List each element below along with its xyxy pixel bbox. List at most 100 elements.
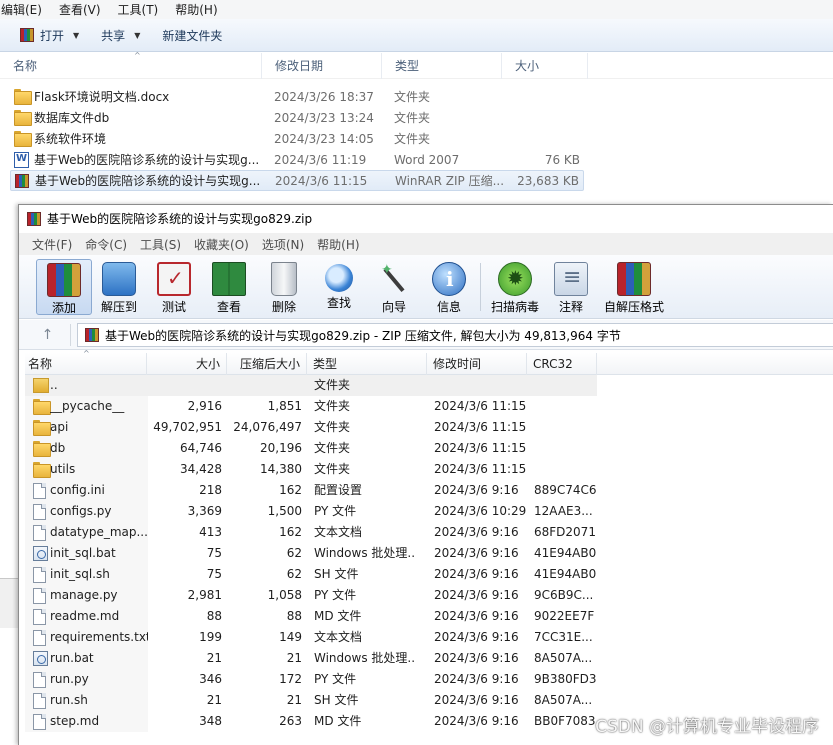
archive-row[interactable]: configs.py 3,369 1,500 PY 文件 2024/3/6 10:29 1… <box>25 501 833 522</box>
entry-crc32: 41E94AB0 <box>534 567 597 581</box>
file-size: 76 KB <box>544 152 580 167</box>
sfx-button[interactable]: 自解压格式 <box>599 259 669 315</box>
document-icon <box>33 672 46 688</box>
entry-name: readme.md <box>50 609 120 623</box>
file-row-selected[interactable]: 基于Web的医院陪诊系统的设计与实现g... 2024/3/6 11:15 Wi… <box>10 170 584 191</box>
share-button[interactable]: 共享 ▼ <box>95 23 146 47</box>
comment-button[interactable]: 注释 <box>543 259 599 315</box>
magnifier-icon <box>325 264 353 292</box>
entry-crc32: 9C6B9C... <box>534 588 594 602</box>
menu-view[interactable]: 查看(V) <box>58 1 101 18</box>
archive-row[interactable]: config.ini 218 162 配置设置 2024/3/6 9:16 889C74C… <box>25 480 833 501</box>
menu-file[interactable]: 文件(F) <box>32 236 72 253</box>
entry-type: PY 文件 <box>314 672 357 686</box>
batch-file-icon <box>33 546 48 561</box>
entry-modified: 2024/3/6 9:16 <box>434 672 519 686</box>
explorer-menubar: 编辑(E) 查看(V) 工具(T) 帮助(H) <box>0 0 833 19</box>
column-modified[interactable]: 修改时间 <box>427 353 527 375</box>
archive-row[interactable]: run.bat 21 21 Windows 批处理... 2024/3/6 9:16 8A… <box>25 648 833 669</box>
entry-crc32 <box>534 459 604 480</box>
extract-button[interactable]: 解压到 <box>91 259 147 315</box>
archive-row[interactable]: requirements.txt 199 149 文本文档 2024/3/6 9:16 7… <box>25 627 833 648</box>
entry-size: 75 <box>206 546 222 560</box>
file-name: Flask环境说明文档.docx <box>34 90 170 104</box>
batch-file-icon <box>33 651 48 666</box>
archive-row[interactable]: run.py 346 172 PY 文件 2024/3/6 9:16 9B380FD3 <box>25 669 833 690</box>
add-button[interactable]: 添加 <box>36 259 92 315</box>
archive-row[interactable]: init_sql.sh 75 62 SH 文件 2024/3/6 9:16 41E94AB… <box>25 564 833 585</box>
rar-archive-icon <box>27 211 41 226</box>
new-folder-button[interactable]: 新建文件夹 <box>156 23 228 47</box>
menu-favorites[interactable]: 收藏夹(O) <box>194 236 249 253</box>
column-crc32[interactable]: CRC32 <box>527 353 597 375</box>
entry-name: .. <box>50 378 58 392</box>
parent-folder-row[interactable]: .. 文件夹 <box>25 375 597 396</box>
entry-crc32 <box>534 438 604 459</box>
menu-tools[interactable]: 工具(T) <box>117 1 159 18</box>
column-size[interactable]: 大小 <box>502 53 588 79</box>
file-row[interactable]: 基于Web的医院陪诊系统的设计与实现g... 2024/3/6 11:19 Wo… <box>10 149 584 170</box>
archive-row[interactable]: run.sh 21 21 SH 文件 2024/3/6 9:16 8A507A... <box>25 690 833 711</box>
file-row[interactable]: Flask环境说明文档.docx 2024/3/26 18:37 文件夹 <box>10 86 584 107</box>
virus-scan-button[interactable]: 扫描病毒 <box>485 259 545 315</box>
entry-type: SH 文件 <box>314 693 359 707</box>
menu-tools[interactable]: 工具(S) <box>140 236 181 253</box>
test-button[interactable]: 测试 <box>146 259 202 315</box>
menu-options[interactable]: 选项(N) <box>262 236 304 253</box>
archive-row[interactable]: manage.py 2,981 1,058 PY 文件 2024/3/6 9:16 9C6… <box>25 585 833 606</box>
wizard-button[interactable]: 向导 <box>366 259 422 315</box>
entry-packed-size: 263 <box>279 714 302 728</box>
archive-row[interactable]: init_sql.bat 75 62 Windows 批处理... 2024/3/6 9… <box>25 543 833 564</box>
explorer-details-pane-edge <box>0 578 18 628</box>
config-file-icon <box>33 483 46 499</box>
entry-name: __pycache__ <box>50 399 125 413</box>
archive-row[interactable]: utils 34,428 14,380 文件夹 2024/3/6 11:15 <box>25 459 833 480</box>
archive-row[interactable]: __pycache__ 2,916 1,851 文件夹 2024/3/6 11:15 <box>25 396 833 417</box>
open-label: 打开 <box>40 28 65 43</box>
entry-type: PY 文件 <box>314 504 357 518</box>
open-button[interactable]: 打开 ▼ <box>14 23 85 47</box>
find-button[interactable]: 查找 <box>311 259 367 315</box>
folder-icon <box>33 399 51 415</box>
column-name[interactable]: 名称 <box>0 53 262 79</box>
archive-path-field[interactable]: 基于Web的医院陪诊系统的设计与实现go829.zip - ZIP 压缩文件, … <box>77 323 833 347</box>
entry-modified: 2024/3/6 11:15 <box>434 420 527 434</box>
column-size[interactable]: 大小 <box>147 353 227 375</box>
archive-row[interactable]: api 49,702,951 24,076,497 文件夹 2024/3/6 11:15 <box>25 417 833 438</box>
column-type[interactable]: 类型 <box>382 53 502 79</box>
archive-row[interactable]: readme.md 88 88 MD 文件 2024/3/6 9:16 9022EE7F <box>25 606 833 627</box>
info-button[interactable]: 信息 <box>421 259 477 315</box>
archive-row[interactable]: datatype_map.... 413 162 文本文档 2024/3/6 9:16 6… <box>25 522 833 543</box>
view-button[interactable]: 查看 <box>201 259 257 315</box>
file-row[interactable]: 系统软件环境 2024/3/23 14:05 文件夹 <box>10 128 584 149</box>
archive-row[interactable]: db 64,746 20,196 文件夹 2024/3/6 11:15 <box>25 438 833 459</box>
winrar-menubar: 文件(F) 命令(C) 工具(S) 收藏夹(O) 选项(N) 帮助(H) <box>19 233 833 255</box>
delete-button[interactable]: 删除 <box>256 259 312 315</box>
entry-name: db <box>50 441 66 455</box>
entry-type: PY 文件 <box>314 588 357 602</box>
entry-modified: 2024/3/6 11:15 <box>434 399 527 413</box>
winrar-address-bar: ↑ 基于Web的医院陪诊系统的设计与实现go829.zip - ZIP 压缩文件… <box>19 320 833 350</box>
menu-commands[interactable]: 命令(C) <box>85 236 127 253</box>
up-folder-button[interactable]: ↑ <box>25 324 71 346</box>
info-label: 信息 <box>436 300 461 314</box>
column-type[interactable]: 类型 <box>307 353 427 375</box>
rar-archive-icon <box>85 328 99 342</box>
virus-bug-icon <box>498 262 532 296</box>
entry-type: 配置设置 <box>314 483 363 497</box>
entry-crc32: 9B380FD3 <box>534 672 597 686</box>
entry-name: manage.py <box>50 588 118 602</box>
entry-modified <box>434 375 529 396</box>
column-name[interactable]: 名称 <box>25 353 147 375</box>
entry-packed-size: 1,851 <box>267 399 302 413</box>
entry-packed-size: 172 <box>279 672 302 686</box>
winrar-title-bar[interactable]: 基于Web的医院陪诊系统的设计与实现go829.zip <box>19 205 833 232</box>
entry-type: 文件夹 <box>314 399 351 413</box>
up-arrow-icon: ↑ <box>41 327 54 343</box>
column-packed[interactable]: 压缩后大小 <box>227 353 307 375</box>
file-row[interactable]: 数据库文件db 2024/3/23 13:24 文件夹 <box>10 107 584 128</box>
menu-help[interactable]: 帮助(H) <box>317 236 359 253</box>
menu-edit[interactable]: 编辑(E) <box>0 1 42 18</box>
column-date[interactable]: 修改日期 <box>262 53 382 79</box>
menu-help[interactable]: 帮助(H) <box>174 1 217 18</box>
